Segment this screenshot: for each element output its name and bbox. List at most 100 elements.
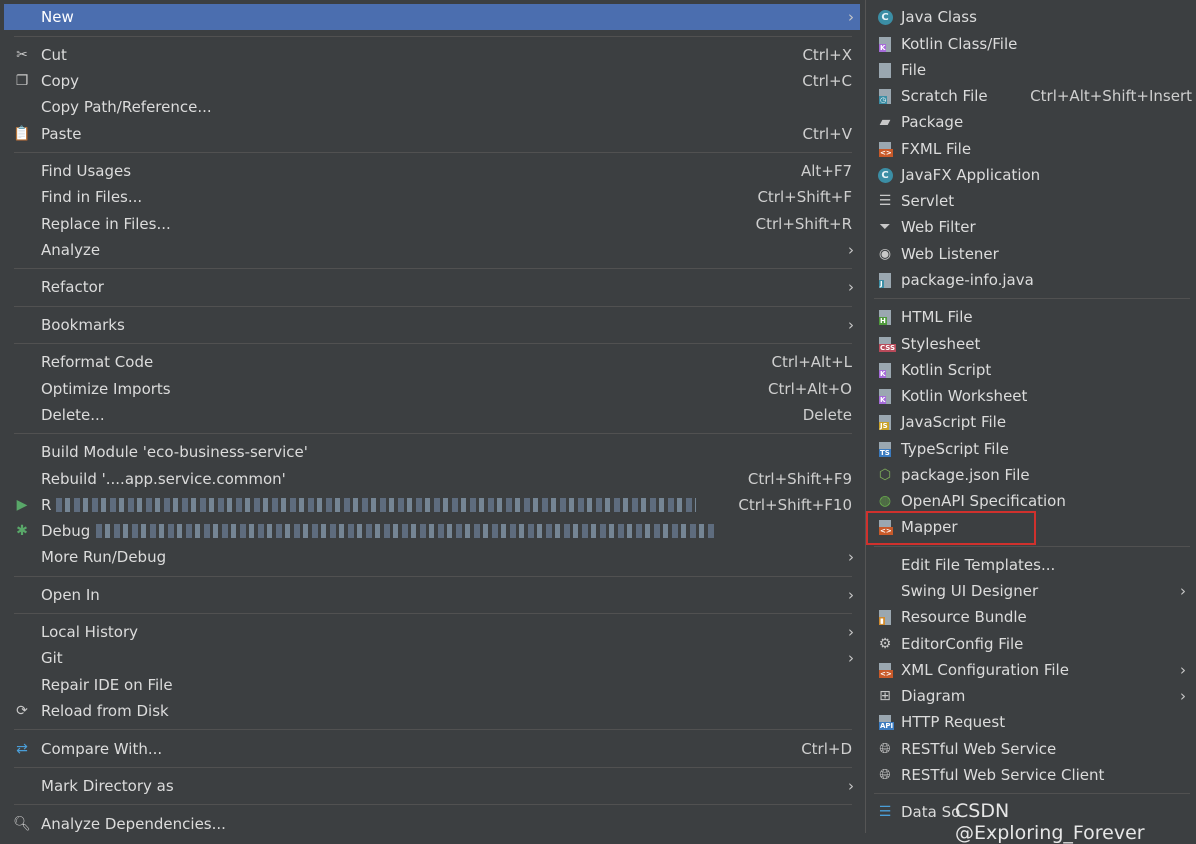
- mapper-highlight-box: [866, 511, 1036, 545]
- submenu-item-xml-configuration-file[interactable]: <> XML Configuration File ›: [870, 657, 1192, 683]
- kotlin-file-icon: K: [876, 388, 894, 404]
- menu-item-shortcut: Ctrl+C: [802, 72, 852, 90]
- menu-item-mark-directory-as[interactable]: Mark Directory as ›: [4, 773, 860, 799]
- submenu-item-label: Kotlin Script: [901, 361, 992, 379]
- menu-item-label: Refactor: [41, 278, 104, 296]
- menu-item-reformat-code[interactable]: Reformat Code Ctrl+Alt+L: [4, 349, 860, 375]
- submenu-item-restful-web-service-client[interactable]: 🌐︎ RESTful Web Service Client: [870, 762, 1192, 788]
- submenu-item-label: Package: [901, 113, 964, 131]
- submenu-item-label: Java Class: [901, 8, 977, 26]
- menu-item-copy[interactable]: ❐ Copy Ctrl+C: [4, 68, 860, 94]
- menu-item-shortcut: Ctrl+Alt+O: [768, 380, 852, 398]
- menu-item-reload-from-disk[interactable]: ⟳ Reload from Disk: [4, 698, 860, 724]
- menu-item-label: New: [41, 8, 74, 26]
- menu-item-cut[interactable]: ✂ Cut Ctrl+X: [4, 42, 860, 68]
- menu-item-local-history[interactable]: Local History ›: [4, 619, 860, 645]
- menu-item-paste[interactable]: 📋 Paste Ctrl+V: [4, 121, 860, 147]
- chevron-right-icon: ›: [1180, 661, 1186, 679]
- menu-item-shortcut: Ctrl+X: [802, 46, 852, 64]
- submenu-item-label: JavaFX Application: [901, 166, 1041, 184]
- submenu-item-edit-file-templates[interactable]: Edit File Templates...: [870, 552, 1192, 578]
- scissors-icon: ✂: [16, 47, 28, 63]
- submenu-item-kotlin-worksheet[interactable]: K Kotlin Worksheet: [870, 383, 1192, 409]
- submenu-item-diagram[interactable]: ⊞ Diagram ›: [870, 683, 1192, 709]
- divider: [14, 343, 852, 344]
- submenu-item-javafx-application[interactable]: C JavaFX Application: [870, 162, 1192, 188]
- menu-item-compare-with[interactable]: ⇄ Compare With... Ctrl+D: [4, 736, 860, 762]
- menu-item-analyze-dependencies[interactable]: 🔍︎ Analyze Dependencies...: [4, 811, 860, 837]
- api-file-icon: API: [876, 714, 895, 730]
- divider: [14, 152, 852, 153]
- menu-item-open-in[interactable]: Open In ›: [4, 582, 860, 608]
- run-icon: ▶: [16, 497, 28, 513]
- menu-item-delete[interactable]: Delete... Delete: [4, 402, 860, 428]
- submenu-item-swing-ui-designer[interactable]: Swing UI Designer ›: [870, 578, 1192, 604]
- menu-item-find-usages[interactable]: Find Usages Alt+F7: [4, 158, 860, 184]
- menu-item-refactor[interactable]: Refactor ›: [4, 274, 860, 300]
- submenu-item-label: package.json File: [901, 466, 1030, 484]
- submenu-item-kotlin-class[interactable]: K Kotlin Class/File: [870, 31, 1192, 57]
- submenu-item-package-json[interactable]: ⬡ package.json File: [870, 462, 1192, 488]
- nodejs-icon: ⬡: [878, 467, 892, 483]
- menu-item-optimize-imports[interactable]: Optimize Imports Ctrl+Alt+O: [4, 376, 860, 402]
- submenu-item-web-listener[interactable]: ◉ Web Listener: [870, 241, 1192, 267]
- submenu-item-fxml-file[interactable]: <> FXML File: [870, 136, 1192, 162]
- submenu-item-stylesheet[interactable]: CSS Stylesheet: [870, 331, 1192, 357]
- submenu-item-file[interactable]: File: [870, 57, 1192, 83]
- submenu-item-label: Web Filter: [901, 218, 976, 236]
- menu-item-analyze[interactable]: Analyze ›: [4, 237, 860, 263]
- submenu-item-html-file[interactable]: H HTML File: [870, 304, 1192, 330]
- menu-item-copy-path[interactable]: Copy Path/Reference...: [4, 94, 860, 120]
- menu-item-run[interactable]: ▶ R Ctrl+Shift+F10: [4, 492, 860, 518]
- menu-item-label: R: [41, 496, 52, 514]
- submenu-item-label: FXML File: [901, 140, 972, 158]
- debug-bug-icon: ✱: [16, 523, 28, 539]
- menu-item-label: Optimize Imports: [41, 380, 171, 398]
- menu-item-build-module[interactable]: Build Module 'eco-business-service': [4, 439, 860, 465]
- xml-file-icon: <>: [876, 662, 894, 678]
- submenu-item-kotlin-script[interactable]: K Kotlin Script: [870, 357, 1192, 383]
- submenu-item-javascript-file[interactable]: JS JavaScript File: [870, 409, 1192, 435]
- submenu-item-typescript-file[interactable]: TS TypeScript File: [870, 436, 1192, 462]
- submenu-item-label: Kotlin Class/File: [901, 35, 1018, 53]
- chevron-right-icon: ›: [848, 241, 854, 259]
- menu-item-repair-ide[interactable]: Repair IDE on File: [4, 672, 860, 698]
- menu-item-git[interactable]: Git ›: [4, 645, 860, 671]
- submenu-item-servlet[interactable]: ☰ Servlet: [870, 188, 1192, 214]
- kotlin-file-icon: K: [876, 362, 894, 378]
- java-class-icon: C: [876, 9, 894, 25]
- menu-item-label: Mark Directory as: [41, 777, 174, 795]
- divider: [14, 306, 852, 307]
- submenu-item-scratch-file[interactable]: ◷ Scratch File Ctrl+Alt+Shift+Insert: [870, 83, 1192, 109]
- submenu-item-web-filter[interactable]: ⏷ Web Filter: [870, 214, 1192, 240]
- openapi-icon: ◍: [878, 493, 892, 509]
- submenu-item-editorconfig-file[interactable]: ⚙ EditorConfig File: [870, 631, 1192, 657]
- menu-item-debug[interactable]: ✱ Debug: [4, 518, 860, 544]
- menu-item-rebuild[interactable]: Rebuild '....app.service.common' Ctrl+Sh…: [4, 466, 860, 492]
- menu-item-label: Compare With...: [41, 740, 163, 758]
- chevron-right-icon: ›: [848, 586, 854, 604]
- html-file-icon: H: [876, 309, 894, 325]
- database-icon: ☰: [878, 804, 892, 820]
- submenu-item-label: Data So: [901, 803, 961, 821]
- submenu-item-restful-web-service[interactable]: 🌐︎ RESTful Web Service: [870, 736, 1192, 762]
- menu-item-new[interactable]: New ›: [4, 4, 860, 30]
- menu-item-replace-in-files[interactable]: Replace in Files... Ctrl+Shift+R: [4, 211, 860, 237]
- submenu-item-label: HTML File: [901, 308, 973, 326]
- submenu-item-resource-bundle[interactable]: ▮ Resource Bundle: [870, 604, 1192, 630]
- menu-item-bookmarks[interactable]: Bookmarks ›: [4, 312, 860, 338]
- java-class-icon: C: [876, 167, 894, 183]
- submenu-item-package-info[interactable]: J package-info.java: [870, 267, 1192, 293]
- chevron-right-icon: ›: [1180, 582, 1186, 600]
- submenu-item-label: EditorConfig File: [901, 635, 1024, 653]
- submenu-item-java-class[interactable]: C Java Class: [870, 4, 1192, 30]
- menu-item-shortcut: Ctrl+V: [802, 125, 852, 143]
- divider: [14, 268, 852, 269]
- submenu-item-http-request[interactable]: API HTTP Request: [870, 709, 1192, 735]
- submenu-item-package[interactable]: ▰ Package: [870, 109, 1192, 135]
- menu-item-find-in-files[interactable]: Find in Files... Ctrl+Shift+F: [4, 184, 860, 210]
- menu-item-shortcut: Alt+F7: [800, 162, 852, 180]
- menu-item-more-run-debug[interactable]: More Run/Debug ›: [4, 544, 860, 570]
- submenu-item-label: Diagram: [901, 687, 966, 705]
- menu-item-label: Analyze: [41, 241, 101, 259]
